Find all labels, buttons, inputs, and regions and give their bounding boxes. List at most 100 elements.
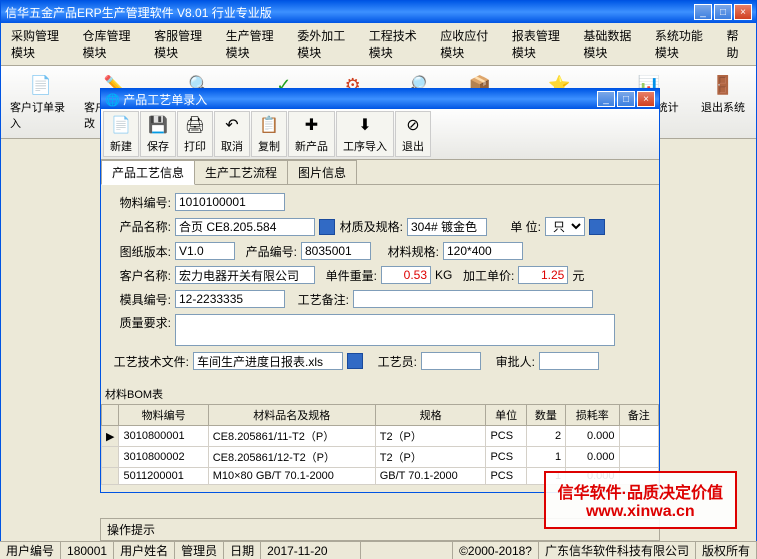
unit-lookup-button[interactable] [589, 219, 605, 235]
drawing-ver-label: 图纸版本: [113, 243, 171, 260]
mat-spec2-label: 材料规格: [375, 243, 439, 260]
inner-toolbar-button[interactable]: 🖨打印 [177, 111, 213, 157]
menu-item[interactable]: 帮助 [720, 25, 752, 63]
unit-label: 单 位: [491, 218, 541, 235]
inner-toolbar-button[interactable]: ↶取消 [214, 111, 250, 157]
approver-input[interactable] [539, 352, 599, 370]
process-note-label: 工艺备注: [289, 291, 349, 308]
product-code-input[interactable] [301, 242, 371, 260]
bom-header: 规格 [375, 405, 486, 426]
approver-label: 审批人: [485, 353, 535, 370]
menu-item[interactable]: 报表管理模块 [506, 25, 577, 63]
toolbar-button[interactable]: 📄客户订单录入 [5, 70, 77, 134]
inner-tool-label: 退出 [402, 138, 424, 154]
tech-file-lookup-button[interactable] [347, 353, 363, 369]
minimize-button[interactable]: _ [694, 4, 712, 20]
tech-file-input[interactable] [193, 352, 343, 370]
inner-tool-icon: ✚ [301, 114, 323, 136]
customer-label: 客户名称: [113, 267, 171, 284]
inner-toolbar-button[interactable]: ⊘ 退出 [395, 111, 431, 157]
menu-item[interactable]: 系统功能模块 [649, 25, 720, 63]
material-code-input[interactable] [175, 193, 285, 211]
inner-minimize-button[interactable]: _ [597, 91, 615, 107]
mold-code-label: 模具编号: [113, 291, 171, 308]
bom-header: 数量 [526, 405, 565, 426]
product-name-input[interactable] [175, 218, 315, 236]
menu-item[interactable]: 应收应付模块 [434, 25, 505, 63]
unit-select[interactable]: 只 [545, 217, 585, 236]
bom-header: 单位 [486, 405, 526, 426]
toolbar-button[interactable]: 🚪退出系统 [694, 70, 752, 134]
inner-tool-label: 新建 [110, 138, 132, 154]
inner-tool-label: 保存 [147, 138, 169, 154]
status-copyright: ©2000-2018? [453, 542, 539, 559]
tool-label: 客户订单录入 [10, 99, 72, 131]
tech-file-label: 工艺技术文件: [113, 353, 189, 370]
quality-req-input[interactable] [175, 314, 615, 346]
tech-person-label: 工艺员: [367, 353, 417, 370]
main-titlebar: 信华五金产品ERP生产管理软件 V8.01 行业专业版 _ □ × [1, 1, 756, 23]
table-row[interactable]: ▶3010800001CE8.205861/11-T2（P）T2（P）PCS20… [102, 426, 659, 447]
material-spec-label: 材质及规格: [339, 218, 403, 235]
product-code-label: 产品编号: [239, 243, 297, 260]
inner-titlebar: 🌐 产品工艺单录入 _ □ × [101, 89, 659, 109]
unit-price-unit: 元 [572, 267, 584, 284]
menu-item[interactable]: 委外加工模块 [291, 25, 362, 63]
process-note-input[interactable] [353, 290, 593, 308]
menubar: 采购管理模块仓库管理模块客服管理模块生产管理模块委外加工模块工程技术模块应收应付… [1, 23, 756, 66]
bom-section-label: 材料BOM表 [101, 384, 659, 404]
inner-close-button[interactable]: × [637, 91, 655, 107]
product-lookup-button[interactable] [319, 219, 335, 235]
unit-price-label: 加工单价: [456, 267, 514, 284]
menu-item[interactable]: 采购管理模块 [5, 25, 76, 63]
bom-header: 材料品名及规格 [208, 405, 375, 426]
tool-icon: 🚪 [711, 73, 735, 97]
inner-toolbar-button[interactable]: 📄 新建 [103, 111, 139, 157]
close-button[interactable]: × [734, 4, 752, 20]
status-company: 广东信华软件科技有限公司 [539, 542, 696, 559]
inner-tool-icon: ↶ [221, 114, 243, 136]
form-area: 物料编号: 产品名称: 材质及规格: 单 位: 只 图纸版本: 产品编号: 材料… [101, 185, 659, 384]
unit-price-input[interactable] [518, 266, 568, 284]
tab[interactable]: 生产工艺流程 [194, 160, 288, 184]
menu-item[interactable]: 基础数据模块 [577, 25, 648, 63]
status-date: 2017-11-20 [261, 542, 361, 559]
bom-header: 损耗率 [566, 405, 619, 426]
watermark: 信华软件·品质决定价值 www.xinwa.cn [544, 471, 737, 529]
status-rights: 版权所有 [696, 542, 757, 559]
tech-person-input[interactable] [421, 352, 481, 370]
status-date-label: 日期 [224, 542, 261, 559]
inner-toolbar-button[interactable]: 📋复制 [251, 111, 287, 157]
menu-item[interactable]: 客服管理模块 [148, 25, 219, 63]
unit-weight-input[interactable] [381, 266, 431, 284]
inner-tool-label: 复制 [258, 138, 280, 154]
window-controls: _ □ × [694, 4, 752, 20]
watermark-line2: www.xinwa.cn [558, 503, 723, 521]
inner-toolbar-button[interactable]: 💾保存 [140, 111, 176, 157]
maximize-button[interactable]: □ [714, 4, 732, 20]
customer-input[interactable] [175, 266, 315, 284]
tab[interactable]: 产品工艺信息 [101, 160, 195, 185]
tab[interactable]: 图片信息 [287, 160, 357, 184]
inner-maximize-button[interactable]: □ [617, 91, 635, 107]
inner-tool-icon: 📄 [110, 114, 132, 136]
material-spec-input[interactable] [407, 218, 487, 236]
inner-toolbar-button[interactable]: ⬇工序导入 [336, 111, 394, 157]
menu-item[interactable]: 生产管理模块 [220, 25, 291, 63]
inner-toolbar-button[interactable]: ✚ 新产品 [288, 111, 335, 157]
tabs: 产品工艺信息生产工艺流程图片信息 [101, 160, 659, 185]
mold-code-input[interactable] [175, 290, 285, 308]
inner-tool-icon: ⊘ [402, 114, 424, 136]
inner-tool-label: 新产品 [295, 138, 328, 154]
status-user-name: 管理员 [175, 542, 224, 559]
drawing-ver-input[interactable] [175, 242, 235, 260]
bom-header: 物料编号 [119, 405, 208, 426]
statusbar: 用户编号 180001 用户姓名 管理员 日期 2017-11-20 ©2000… [0, 541, 757, 559]
watermark-line1: 信华软件·品质决定价值 [558, 479, 723, 503]
table-row[interactable]: 3010800002CE8.205861/12-T2（P）T2（P）PCS10.… [102, 447, 659, 468]
quality-req-label: 质量要求: [113, 314, 171, 331]
mat-spec2-input[interactable] [443, 242, 523, 260]
menu-item[interactable]: 工程技术模块 [363, 25, 434, 63]
hint-label: 操作提示 [107, 523, 155, 537]
menu-item[interactable]: 仓库管理模块 [77, 25, 148, 63]
